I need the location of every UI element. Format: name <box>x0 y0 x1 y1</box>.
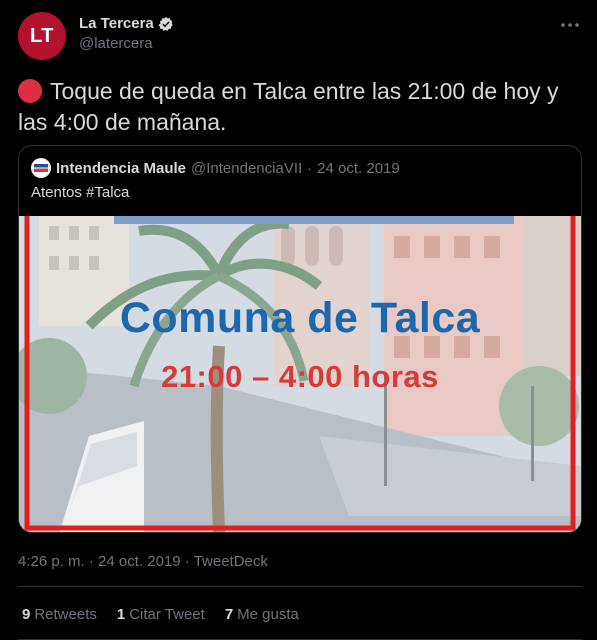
quote-author-name[interactable]: Intendencia Maule <box>56 160 186 177</box>
tweet: LT La Tercera @latercera Toque de queda … <box>0 0 597 640</box>
meta-separator: · <box>184 553 190 570</box>
likes-count: 7 <box>224 606 234 623</box>
quote-date[interactable]: 24 oct. 2019 <box>317 160 400 177</box>
retweets-label: Retweets <box>34 606 97 623</box>
quote-author-handle[interactable]: @IntendenciaVII <box>191 160 302 177</box>
tweet-body: Toque de queda en Talca entre las 21:00 … <box>18 78 559 135</box>
author-name[interactable]: La Tercera <box>79 15 154 32</box>
quotes-label: Citar Tweet <box>129 606 205 623</box>
retweets-count: 9 <box>22 606 31 623</box>
tweet-date[interactable]: 24 oct. 2019 <box>98 553 181 570</box>
retweets-stat[interactable]: 9 Retweets <box>22 606 97 623</box>
quote-separator: · <box>307 159 313 177</box>
tweet-time[interactable]: 4:26 p. m. <box>18 553 85 570</box>
image-title: Comuna de Talca <box>119 294 481 342</box>
quote-header: Intendencia Maule @IntendenciaVII · 24 o… <box>31 158 400 178</box>
tweet-text: Toque de queda en Talca entre las 21:00 … <box>18 76 578 138</box>
verified-badge-icon <box>158 16 174 32</box>
quotes-stat[interactable]: 1 Citar Tweet <box>117 606 205 623</box>
tweet-meta: 4:26 p. m. · 24 oct. 2019 · TweetDeck <box>18 553 268 570</box>
tweet-source[interactable]: TweetDeck <box>194 553 268 570</box>
quote-avatar[interactable] <box>31 158 51 178</box>
likes-stat[interactable]: 7 Me gusta <box>225 606 299 623</box>
likes-label: Me gusta <box>237 606 299 623</box>
quote-text: Atentos #Talca <box>31 184 130 201</box>
quoted-tweet[interactable]: Intendencia Maule @IntendenciaVII · 24 o… <box>18 145 582 533</box>
red-circle-icon <box>18 79 42 103</box>
divider <box>18 586 582 587</box>
author-info: La Tercera @latercera <box>79 15 174 52</box>
avatar-text: LT <box>30 24 54 47</box>
quote-image[interactable]: Comuna de Talca 21:00 – 4:00 horas <box>19 216 581 532</box>
quotes-count: 1 <box>116 606 126 623</box>
meta-separator: · <box>88 553 94 570</box>
author-avatar[interactable]: LT <box>18 12 66 60</box>
image-subtitle: 21:00 – 4:00 horas <box>161 359 439 394</box>
tweet-stats: 9 Retweets 1 Citar Tweet 7 Me gusta <box>22 606 299 623</box>
author-handle[interactable]: @latercera <box>79 35 174 52</box>
more-options-icon[interactable] <box>559 16 581 34</box>
